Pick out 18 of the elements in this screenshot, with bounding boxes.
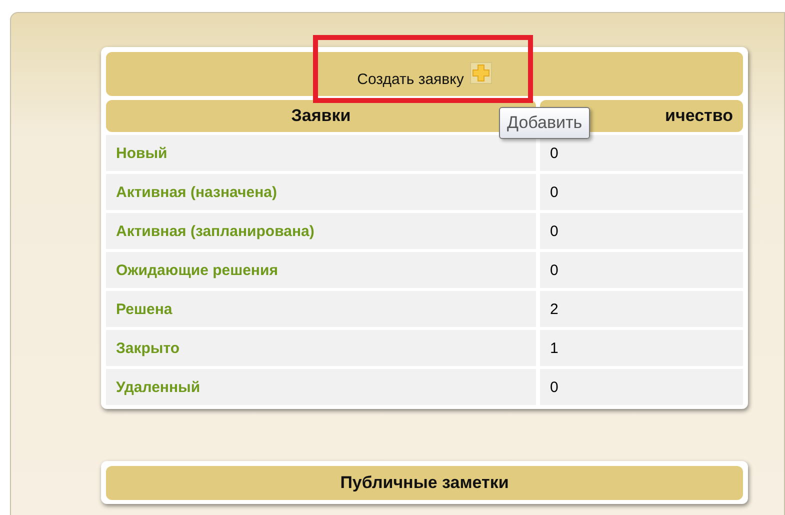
status-link[interactable]: Активная (назначена) <box>106 174 536 210</box>
add-icon[interactable] <box>470 62 492 84</box>
status-link[interactable]: Удаленный <box>106 369 536 405</box>
table-cell: 0 <box>540 369 743 405</box>
table-cell: 0 <box>540 252 743 288</box>
table-cell: 0 <box>540 174 743 210</box>
status-link[interactable]: Новый <box>106 135 536 171</box>
tooltip: Добавить <box>499 107 590 139</box>
status-link[interactable]: Закрыто <box>106 330 536 366</box>
section-header: Публичные заметки <box>106 466 743 500</box>
status-link[interactable]: Решена <box>106 291 536 327</box>
table-cell: 0 <box>540 213 743 249</box>
table-cell: 2 <box>540 291 743 327</box>
table-cell: 1 <box>540 330 743 366</box>
status-link[interactable]: Активная (запланирована) <box>106 213 536 249</box>
create-ticket-link[interactable]: Создать заявку <box>357 71 464 90</box>
table-cell: 0 <box>540 135 743 171</box>
status-link[interactable]: Ожидающие решения <box>106 252 536 288</box>
